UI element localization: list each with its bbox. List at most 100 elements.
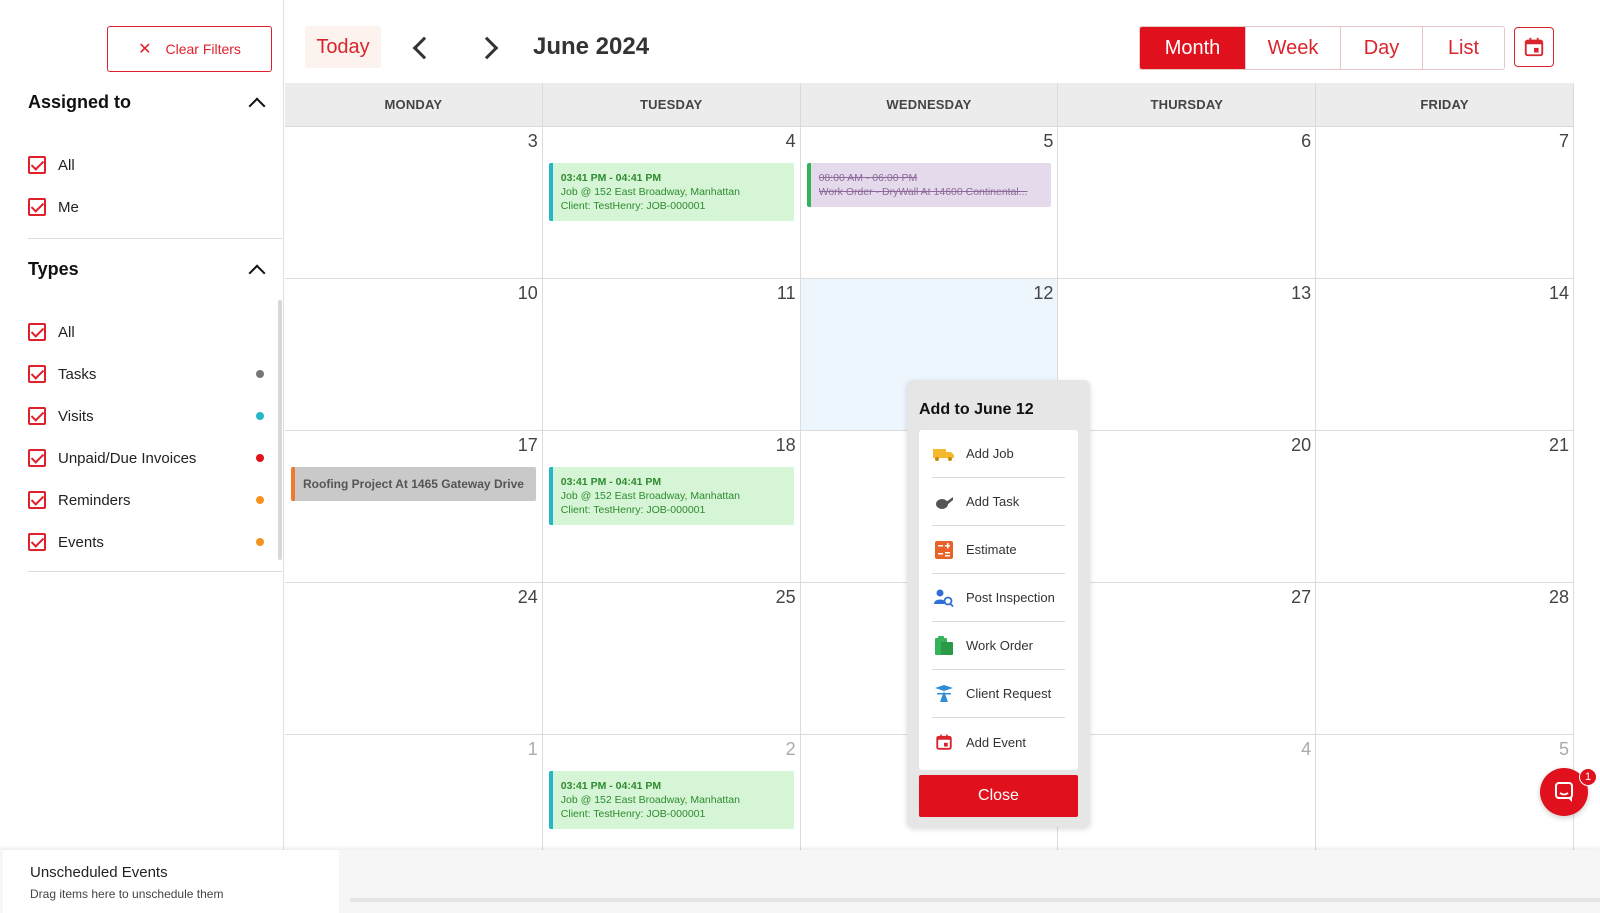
calendar-event-roofing[interactable]: Roofing Project At 1465 Gateway Drive — [291, 467, 536, 501]
view-switcher: Month Week Day List — [1139, 26, 1505, 70]
day-number: 10 — [517, 283, 538, 303]
menu-item-label: Client Request — [966, 686, 1052, 701]
filter-type-all[interactable]: All — [28, 320, 268, 344]
day-cell[interactable]: 11 — [543, 279, 801, 430]
chevron-up-icon[interactable] — [248, 95, 264, 111]
filter-type-visits[interactable]: Visits — [28, 404, 268, 428]
watering-can-icon — [932, 490, 956, 514]
sidebar-scrollbar[interactable] — [278, 300, 282, 560]
checkbox-checked-icon[interactable] — [28, 491, 46, 509]
day-cell[interactable]: 27 — [1058, 583, 1317, 734]
user-search-icon — [932, 586, 956, 610]
checkbox-checked-icon[interactable] — [28, 533, 46, 551]
menu-item-client-request[interactable]: Client Request — [932, 670, 1065, 718]
filter-label: Me — [58, 198, 79, 216]
menu-item-label: Estimate — [966, 542, 1017, 557]
day-number: 2 — [785, 739, 796, 759]
close-button[interactable]: Close — [919, 775, 1078, 817]
filter-type-reminders[interactable]: Reminders — [28, 488, 268, 512]
unscheduled-dropzone[interactable]: Unscheduled Events Drag items here to un… — [3, 850, 339, 913]
chevron-right-icon[interactable] — [478, 36, 500, 58]
checkbox-checked-icon[interactable] — [28, 407, 46, 425]
day-cell[interactable]: 25 — [543, 583, 801, 734]
divider — [28, 571, 282, 572]
menu-item-label: Add Event — [966, 734, 1026, 750]
day-cell[interactable]: 24 — [285, 583, 543, 734]
checkbox-checked-icon[interactable] — [28, 365, 46, 383]
menu-item-post-inspection[interactable]: Post Inspection — [932, 574, 1065, 622]
menu-item-work-order[interactable]: Work Order — [932, 622, 1065, 670]
calendar-event-job[interactable]: 03:41 PM - 04:41 PM Job @ 152 East Broad… — [548, 771, 794, 829]
types-header[interactable]: Types — [28, 259, 264, 280]
menu-item-estimate[interactable]: Estimate — [932, 526, 1065, 574]
assigned-to-title: Assigned to — [28, 92, 132, 112]
filter-sidebar: ✕ Clear Filters Assigned to All Me Types… — [0, 0, 284, 850]
calculator-icon — [932, 538, 956, 562]
day-cell[interactable]: 4 03:41 PM - 04:41 PM Job @ 152 East Bro… — [543, 127, 801, 278]
filter-label: Events — [58, 533, 104, 551]
menu-item-label: Post Inspection — [966, 590, 1055, 605]
unscheduled-title: Unscheduled Events — [30, 864, 168, 881]
view-day-button[interactable]: Day — [1341, 27, 1423, 69]
clear-filters-button[interactable]: ✕ Clear Filters — [107, 26, 272, 72]
chevron-left-icon[interactable] — [410, 36, 432, 58]
day-cell[interactable]: 3 — [285, 127, 543, 278]
horizontal-scrollbar[interactable] — [350, 898, 1600, 902]
view-week-button[interactable]: Week — [1246, 27, 1341, 69]
calendar-event-job[interactable]: 03:41 PM - 04:41 PM Job @ 152 East Broad… — [548, 467, 794, 525]
menu-item-add-event[interactable]: Add Event — [932, 718, 1065, 766]
day-number: 28 — [1548, 587, 1569, 607]
filter-type-invoices[interactable]: Unpaid/Due Invoices — [28, 446, 268, 470]
calendar-event-job[interactable]: 03:41 PM - 04:41 PM Job @ 152 East Broad… — [548, 163, 794, 221]
day-cell[interactable]: 5 08:00 AM - 06:00 PM Work Order - DryWa… — [801, 127, 1059, 278]
day-number: 18 — [775, 435, 796, 455]
checkbox-checked-icon[interactable] — [28, 156, 46, 174]
day-number: 11 — [776, 283, 796, 303]
day-cell[interactable]: 10 — [285, 279, 543, 430]
weekday-header: MONDAY TUESDAY WEDNESDAY THURSDAY FRIDAY — [285, 83, 1574, 127]
filter-type-events[interactable]: Events — [28, 530, 268, 554]
checkbox-checked-icon[interactable] — [28, 449, 46, 467]
checkbox-checked-icon[interactable] — [28, 198, 46, 216]
date-picker-button[interactable] — [1514, 27, 1554, 67]
filter-type-tasks[interactable]: Tasks — [28, 362, 268, 386]
day-number: 4 — [1301, 739, 1312, 759]
assigned-to-header[interactable]: Assigned to — [28, 92, 264, 113]
chevron-up-icon[interactable] — [248, 262, 264, 278]
calendar-event-work-order[interactable]: 08:00 AM - 06:00 PM Work Order - DryWall… — [806, 163, 1052, 207]
filter-assigned-all[interactable]: All — [28, 153, 268, 177]
day-number: 24 — [517, 587, 538, 607]
day-cell[interactable]: 6 — [1058, 127, 1317, 278]
menu-item-add-task[interactable]: Add Task — [932, 478, 1065, 526]
day-cell[interactable]: 7 — [1316, 127, 1574, 278]
month-title: June 2024 — [533, 33, 650, 60]
unscheduled-subtitle: Drag items here to unschedule them — [30, 887, 224, 901]
clipboard-icon — [932, 634, 956, 658]
day-cell[interactable]: 20 — [1058, 431, 1317, 582]
filter-assigned-me[interactable]: Me — [28, 195, 268, 219]
filter-label: All — [58, 323, 75, 341]
day-cell[interactable]: 21 — [1316, 431, 1574, 582]
event-title: Job @ 152 East Broadway, Manhattan — [560, 186, 740, 198]
weekday-label: TUESDAY — [543, 83, 801, 126]
calendar-app: ✕ Clear Filters Assigned to All Me Types… — [0, 0, 1600, 913]
checkbox-checked-icon[interactable] — [28, 323, 46, 341]
menu-item-add-job[interactable]: Add Job — [932, 430, 1065, 478]
view-month-button[interactable]: Month — [1140, 27, 1246, 69]
day-cell[interactable]: 18 03:41 PM - 04:41 PM Job @ 152 East Br… — [543, 431, 801, 582]
day-cell[interactable]: 17 Roofing Project At 1465 Gateway Drive — [285, 431, 543, 582]
day-number: 5 — [1043, 131, 1054, 151]
day-cell[interactable]: 13 — [1058, 279, 1317, 430]
today-button[interactable]: Today — [305, 26, 381, 68]
day-number: 27 — [1291, 587, 1312, 607]
truck-icon — [932, 442, 956, 466]
day-number: 13 — [1291, 283, 1312, 303]
day-cell[interactable]: 14 — [1316, 279, 1574, 430]
weekday-label: THURSDAY — [1058, 83, 1317, 126]
day-number: 20 — [1291, 435, 1312, 455]
day-number: 21 — [1548, 435, 1569, 455]
filter-label: Visits — [58, 407, 94, 425]
event-title: Job @ 152 East Broadway, Manhattan — [560, 490, 740, 502]
view-list-button[interactable]: List — [1423, 27, 1504, 69]
day-cell[interactable]: 28 — [1316, 583, 1574, 734]
